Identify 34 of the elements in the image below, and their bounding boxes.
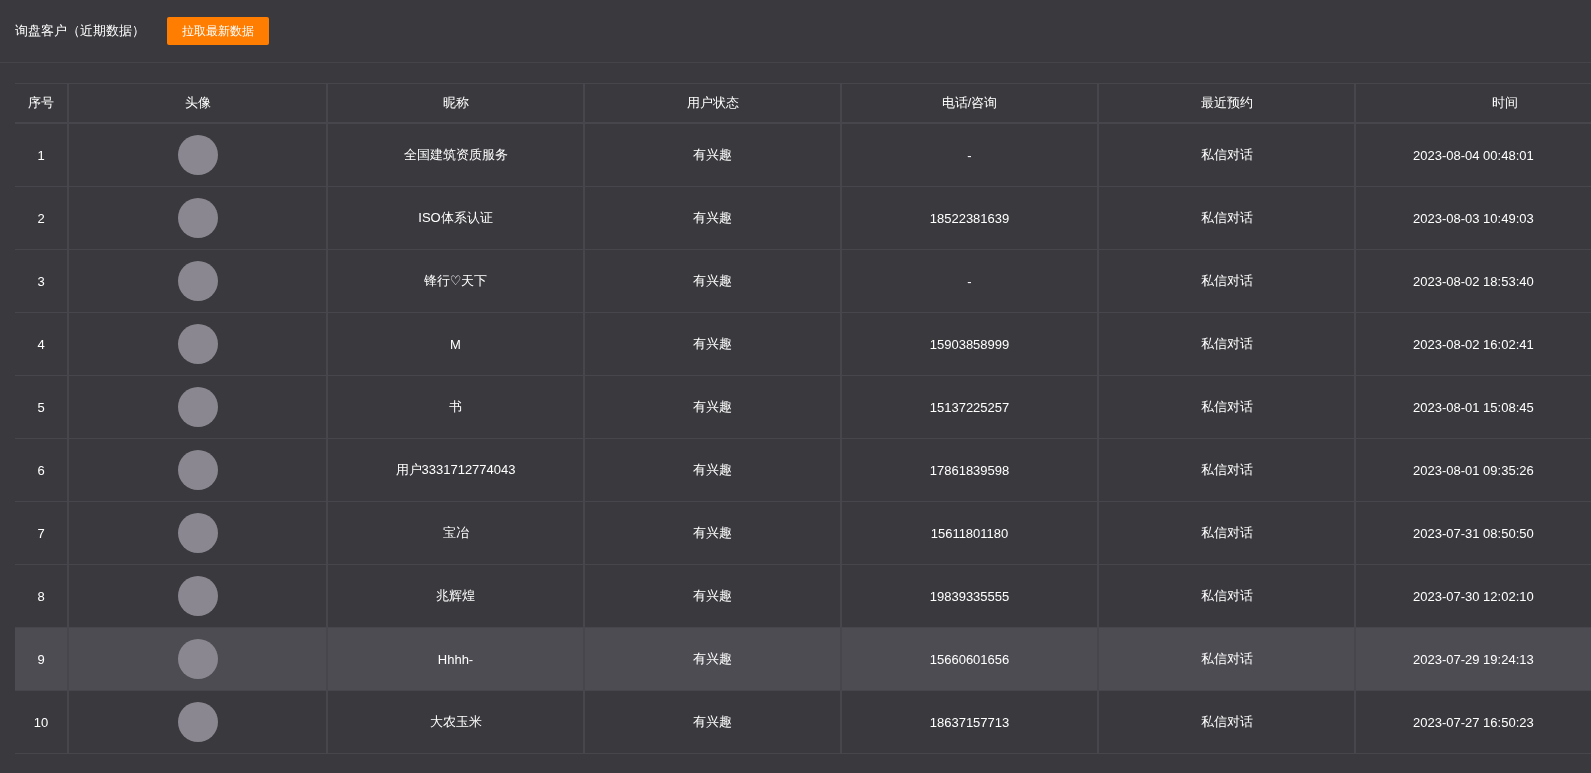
table-cell: 10 [15,691,69,754]
table-row[interactable]: 9 Hhhh- 有兴趣 15660601656 私信对话 2023-07-29 19:24:13 [15,628,1591,691]
avatar-placeholder [177,135,218,175]
table-row[interactable]: 4 M 有兴趣 15903858999 私信对话 2023-08-02 16:02:41 [15,313,1591,376]
table-row[interactable]: 1 全国建筑资质服务 有兴趣 - 私信对话 2023-08-04 00:48:01 [15,124,1591,187]
avatar-placeholder [177,387,218,427]
table-cell: 大农玉米 [328,691,585,754]
avatar-placeholder [177,261,218,301]
column-header: 用户状态 [585,83,842,124]
column-header: 头像 [69,83,328,124]
table-cell: 18637157713 [842,691,1099,754]
avatar-placeholder [177,702,218,742]
avatar-placeholder [177,639,218,679]
avatar-placeholder [177,324,218,364]
table-row[interactable]: 5 书 有兴趣 15137225257 私信对话 2023-08-01 15:08:45 [15,376,1591,439]
table-row[interactable]: 7 宝冶 有兴趣 15611801180 私信对话 2023-07-31 08:50:50 [15,502,1591,565]
column-header: 昵称 [328,83,585,124]
table-row[interactable]: 10 大农玉米 有兴趣 18637157713 私信对话 2023-07-27 16:50:23 [15,691,1591,754]
table-row[interactable]: 6 用户3331712774043 有兴趣 17861839598 私信对话 2023-08-01 09:35:26 [15,439,1591,502]
table-row[interactable]: 3 锋行♡天下 有兴趣 - 私信对话 2023-08-02 18:53:40 [15,250,1591,313]
table-cell: 私信对话 [1099,691,1356,754]
page-title: 询盘客户（近期数据） [15,22,145,40]
avatar-placeholder [177,576,218,616]
table-cell: 有兴趣 [585,691,842,754]
column-header: 序号 [15,83,69,124]
column-header: 时间 [1356,83,1591,124]
table-row[interactable]: 2 ISO体系认证 有兴趣 18522381639 私信对话 2023-08-03 10:49:03 [15,187,1591,250]
avatar-placeholder [177,513,218,553]
avatar-placeholder [177,450,218,490]
table-row[interactable]: 8 兆辉煌 有兴趣 19839335555 私信对话 2023-07-30 12:02:10 [15,565,1591,628]
avatar-placeholder [177,198,218,238]
column-header: 电话/咨询 [842,83,1099,124]
column-header: 最近预约 [1099,83,1356,124]
table-cell: 2023-07-27 16:50:23 [1356,691,1591,754]
